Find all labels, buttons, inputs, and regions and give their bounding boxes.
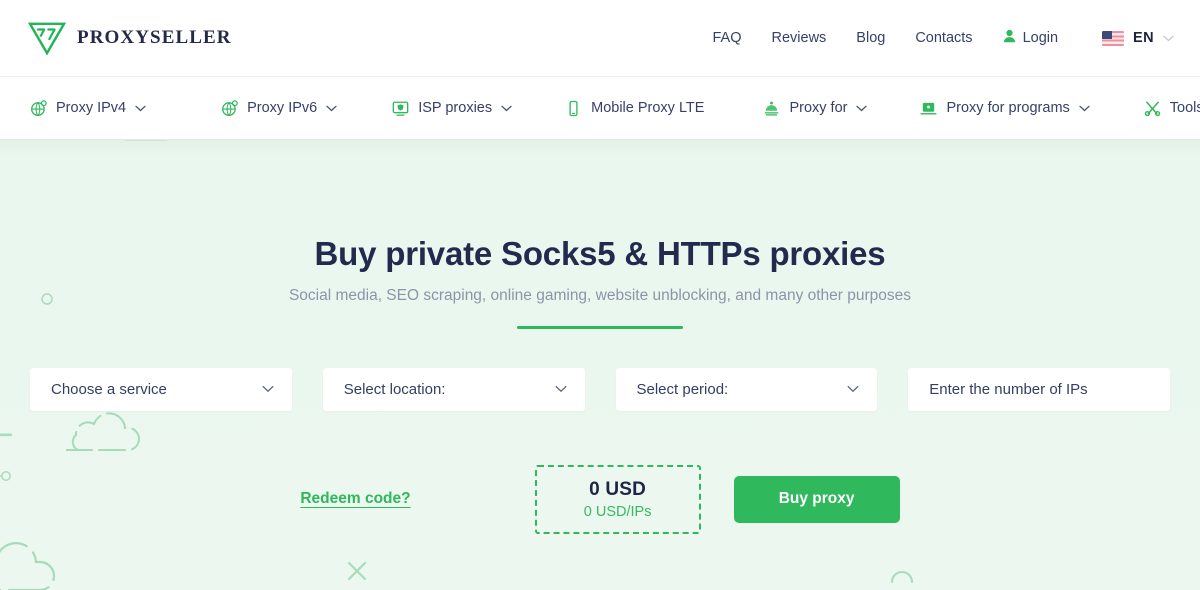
us-flag-icon	[1102, 30, 1125, 46]
chevron-down-icon	[555, 385, 567, 393]
main-nav-items: Proxy IPv4 Proxy IPv6 ISP proxies Mobile…	[30, 99, 1200, 117]
nav-item-proxy-ipv6[interactable]: Proxy IPv6	[221, 99, 337, 117]
chevron-down-icon	[135, 105, 146, 112]
language-code: EN	[1133, 30, 1154, 46]
nav-item-tools[interactable]: Tools	[1144, 100, 1200, 117]
top-link-blog[interactable]: Blog	[856, 30, 885, 46]
location-select[interactable]: Select location:	[322, 367, 585, 411]
cta-row: Redeem code? 0 USD 0 USD/IPs Buy proxy	[0, 464, 1200, 534]
buy-proxy-button[interactable]: Buy proxy	[733, 475, 900, 523]
ip-count-placeholder: Enter the number of IPs	[929, 380, 1088, 398]
nav-label: Proxy IPv4	[56, 100, 127, 116]
period-select[interactable]: Select period:	[615, 367, 878, 411]
chevron-down-icon	[847, 385, 859, 393]
page-subtitle: Social media, SEO scraping, online gamin…	[288, 286, 912, 304]
deco-cross-icon	[346, 560, 368, 582]
ip-count-field[interactable]: Enter the number of IPs	[908, 367, 1170, 411]
nav-item-mobile-proxy-lte[interactable]: Mobile Proxy LTE	[565, 100, 704, 117]
main-nav: Proxy IPv4 Proxy IPv6 ISP proxies Mobile…	[0, 76, 1200, 140]
nav-label: Tools	[1169, 100, 1200, 116]
title-underline-rule	[517, 325, 683, 329]
proxyseller-triangle-logo-icon	[27, 21, 67, 56]
globe-icon	[221, 99, 238, 117]
chevron-down-icon	[326, 105, 337, 112]
nav-label: Proxy for programs	[946, 100, 1070, 116]
nav-item-isp-proxies[interactable]: ISP proxies	[392, 100, 512, 117]
nav-label: Proxy for	[789, 100, 848, 116]
chevron-down-icon	[1079, 105, 1090, 112]
hero-content: Buy private Socks5 & HTTPs proxies Socia…	[0, 140, 1200, 534]
globe-icon	[30, 99, 47, 117]
top-header: PROXYSELLER FAQ Reviews Blog Contacts Lo…	[0, 0, 1200, 76]
chevron-down-icon	[1163, 35, 1174, 42]
chevron-down-icon	[262, 385, 274, 393]
mobile-phone-icon	[565, 100, 582, 117]
nav-label: Mobile Proxy LTE	[591, 100, 705, 116]
period-select-label: Select period:	[636, 380, 729, 398]
login-label: Login	[1022, 30, 1059, 46]
top-right-group: FAQ Reviews Blog Contacts Login EN	[712, 29, 1174, 47]
service-select-label: Choose a service	[51, 380, 167, 398]
nav-item-proxy-for-programs[interactable]: Proxy for programs	[920, 100, 1090, 117]
top-link-faq[interactable]: FAQ	[712, 30, 741, 46]
brand-name: PROXYSELLER	[77, 27, 232, 48]
top-link-contacts[interactable]: Contacts	[915, 30, 972, 46]
price-summary-box: 0 USD 0 USD/IPs	[534, 464, 701, 534]
tools-icon	[1144, 100, 1161, 117]
target-icon	[763, 100, 780, 117]
page-root: PROXYSELLER FAQ Reviews Blog Contacts Lo…	[0, 0, 1200, 590]
laptop-icon	[920, 100, 938, 117]
brand-logo[interactable]: PROXYSELLER	[27, 21, 232, 56]
chevron-down-icon	[856, 105, 868, 112]
location-select-label: Select location:	[343, 380, 446, 398]
language-selector[interactable]: EN	[1102, 30, 1174, 46]
service-select[interactable]: Choose a service	[30, 367, 292, 411]
nav-label: Proxy IPv6	[247, 100, 318, 116]
nav-label: ISP proxies	[418, 100, 493, 116]
login-button[interactable]: Login	[1003, 29, 1058, 47]
price-per-ip: 0 USD/IPs	[583, 503, 652, 520]
order-form: Choose a service Select location: Select…	[0, 367, 1200, 411]
nav-item-proxy-ipv4[interactable]: Proxy IPv4	[30, 99, 146, 117]
deco-arc-icon	[890, 564, 914, 584]
hero-section: Buy private Socks5 & HTTPs proxies Socia…	[0, 140, 1200, 590]
deco-cloud-icon	[0, 532, 64, 590]
top-links: FAQ Reviews Blog Contacts Login	[712, 29, 1058, 47]
price-total: 0 USD	[589, 478, 647, 500]
chevron-down-icon	[501, 105, 512, 112]
redeem-code-link[interactable]: Redeem code?	[300, 490, 410, 508]
monitor-shield-icon	[392, 100, 409, 117]
nav-item-proxy-for[interactable]: Proxy for	[763, 100, 868, 117]
top-link-reviews[interactable]: Reviews	[772, 30, 827, 46]
page-title: Buy private Socks5 & HTTPs proxies	[314, 235, 886, 272]
user-icon	[1003, 29, 1016, 47]
